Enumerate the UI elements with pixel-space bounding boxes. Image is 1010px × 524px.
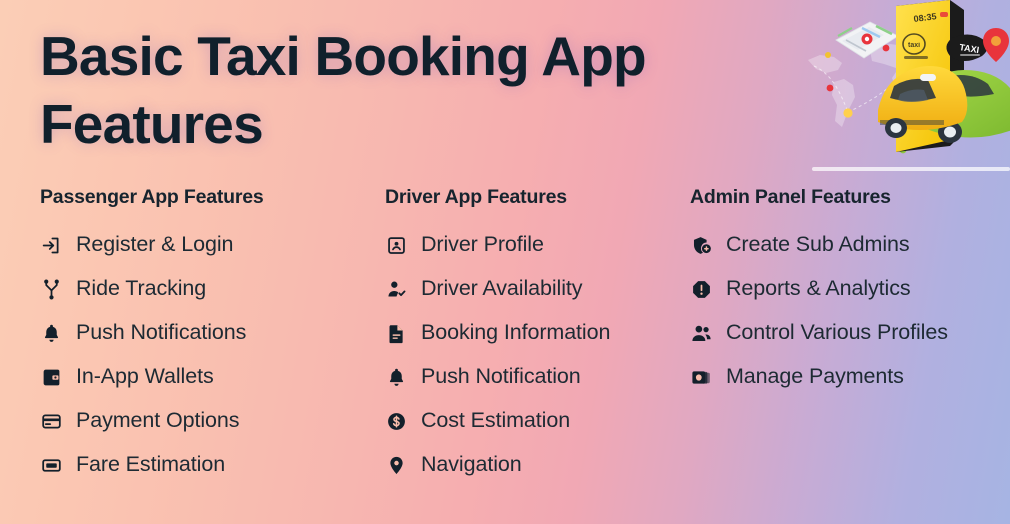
feature-label: Navigation (421, 452, 522, 477)
column-heading-passenger: Passenger App Features (40, 186, 264, 208)
feature-label: Manage Payments (726, 364, 904, 389)
feature-item-push-notification[interactable]: Push Notification (385, 355, 685, 399)
feature-item-cost-estimation[interactable]: Cost Estimation (385, 399, 685, 443)
feature-label: Push Notifications (76, 320, 247, 345)
feature-item-manage-payments[interactable]: Manage Payments (690, 355, 1010, 399)
phone-app-badge: taxi (902, 33, 928, 59)
document-icon (385, 322, 407, 344)
feature-item-reports-analytics[interactable]: Reports & Analytics (690, 267, 1010, 311)
map-pin-icon (385, 454, 407, 476)
person-check-icon (385, 278, 407, 300)
dollar-circle-icon (385, 410, 407, 432)
credit-card-icon (40, 410, 62, 432)
location-pin-icon (983, 28, 1009, 62)
feature-label: Push Notification (421, 364, 581, 389)
green-car (917, 70, 1010, 143)
id-card-icon (385, 234, 407, 256)
bell-icon (385, 366, 407, 388)
svg-text:08:35: 08:35 (913, 11, 937, 24)
map-card-icon (835, 21, 899, 59)
feature-label: Driver Availability (421, 276, 583, 301)
route-fork-icon (40, 278, 62, 300)
feature-label: Driver Profile (421, 232, 544, 257)
taxi-sign-badge: TAXI (946, 34, 988, 61)
phone-mockup: 08:35 taxi (896, 0, 964, 152)
fare-meter-icon (40, 454, 62, 476)
infographic-canvas: 08:35 taxi TAXI Basic Taxi Booking App F… (0, 0, 1010, 524)
column-heading-admin: Admin Panel Features (690, 186, 891, 208)
feature-list-passenger: Register & Login Ride Tracking Push Noti… (40, 223, 370, 487)
feature-item-driver-availability[interactable]: Driver Availability (385, 267, 685, 311)
login-arrow-icon (40, 234, 62, 256)
feature-list-driver: Driver Profile Driver Availability Booki… (385, 223, 685, 487)
yellow-taxi-car (878, 66, 968, 138)
feature-label: Ride Tracking (76, 276, 207, 301)
feature-columns: Passenger App Features Register & Login … (0, 186, 1010, 516)
feature-item-ride-tracking[interactable]: Ride Tracking (40, 267, 370, 311)
feature-label: In-App Wallets (76, 364, 214, 389)
feature-label: Control Various Profiles (726, 320, 948, 345)
column-heading-driver: Driver App Features (385, 186, 567, 208)
column-admin-panel: Admin Panel Features Create Sub Admins R… (690, 186, 1010, 399)
feature-label: Payment Options (76, 408, 240, 433)
feature-label: Fare Estimation (76, 452, 226, 477)
feature-item-push-notifications[interactable]: Push Notifications (40, 311, 370, 355)
svg-text:TAXI: TAXI (959, 42, 980, 55)
bell-icon (40, 322, 62, 344)
feature-item-register-login[interactable]: Register & Login (40, 223, 370, 267)
taxi-booking-illustration: 08:35 taxi TAXI (800, 0, 1010, 172)
feature-item-navigation[interactable]: Navigation (385, 443, 685, 487)
feature-list-admin: Create Sub Admins Reports & Analytics Co… (690, 223, 1010, 399)
feature-item-fare-estimation[interactable]: Fare Estimation (40, 443, 370, 487)
wallet-icon (40, 366, 62, 388)
money-stack-icon (690, 366, 712, 388)
feature-label: Reports & Analytics (726, 276, 911, 301)
world-map-icon (808, 44, 958, 127)
feature-label: Create Sub Admins (726, 232, 910, 257)
feature-item-payment-options[interactable]: Payment Options (40, 399, 370, 443)
shield-add-user-icon (690, 234, 712, 256)
header-divider (812, 167, 1010, 171)
feature-label: Booking Information (421, 320, 611, 345)
feature-item-in-app-wallets[interactable]: In-App Wallets (40, 355, 370, 399)
alert-octagon-icon (690, 278, 712, 300)
people-group-icon (690, 322, 712, 344)
feature-item-booking-information[interactable]: Booking Information (385, 311, 685, 355)
map-route-pins (825, 44, 907, 154)
column-passenger-app: Passenger App Features Register & Login … (40, 186, 370, 487)
feature-label: Cost Estimation (421, 408, 571, 433)
svg-text:taxi: taxi (908, 42, 920, 49)
phone-status-time: 08:35 (913, 11, 937, 24)
feature-label: Register & Login (76, 232, 234, 257)
feature-item-driver-profile[interactable]: Driver Profile (385, 223, 685, 267)
feature-item-create-sub-admins[interactable]: Create Sub Admins (690, 223, 1010, 267)
page-title: Basic Taxi Booking App Features (40, 25, 647, 156)
feature-item-control-various-profiles[interactable]: Control Various Profiles (690, 311, 1010, 355)
column-driver-app: Driver App Features Driver Profile Drive… (385, 186, 685, 487)
